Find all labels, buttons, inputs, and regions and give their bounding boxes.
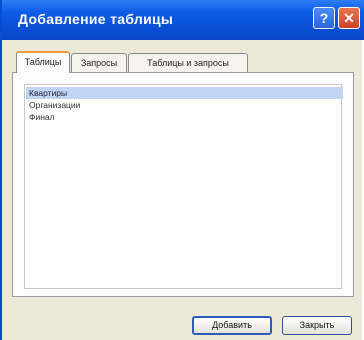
dialog-title: Добавление таблицы [18,11,174,27]
list-item-organizatsii[interactable]: Организации [26,99,80,111]
title-bar[interactable]: Добавление таблицы ? ✕ [2,0,364,40]
add-button[interactable]: Добавить [192,316,272,335]
list-item-final[interactable]: Финал [26,111,55,123]
add-table-dialog: Добавление таблицы ? ✕ Таблицы Запросы Т… [0,0,364,340]
close-window-button[interactable]: ✕ [338,7,360,29]
tab-queries[interactable]: Запросы [71,53,127,73]
tab-tables[interactable]: Таблицы [16,51,70,73]
help-button[interactable]: ? [313,7,335,29]
tab-tables-and-queries[interactable]: Таблицы и запросы [128,53,248,73]
table-list[interactable]: Квартиры Организации Финал [24,84,343,289]
close-button[interactable]: Закрыть [282,316,352,335]
list-item-kvartiry[interactable]: Квартиры [26,87,343,99]
